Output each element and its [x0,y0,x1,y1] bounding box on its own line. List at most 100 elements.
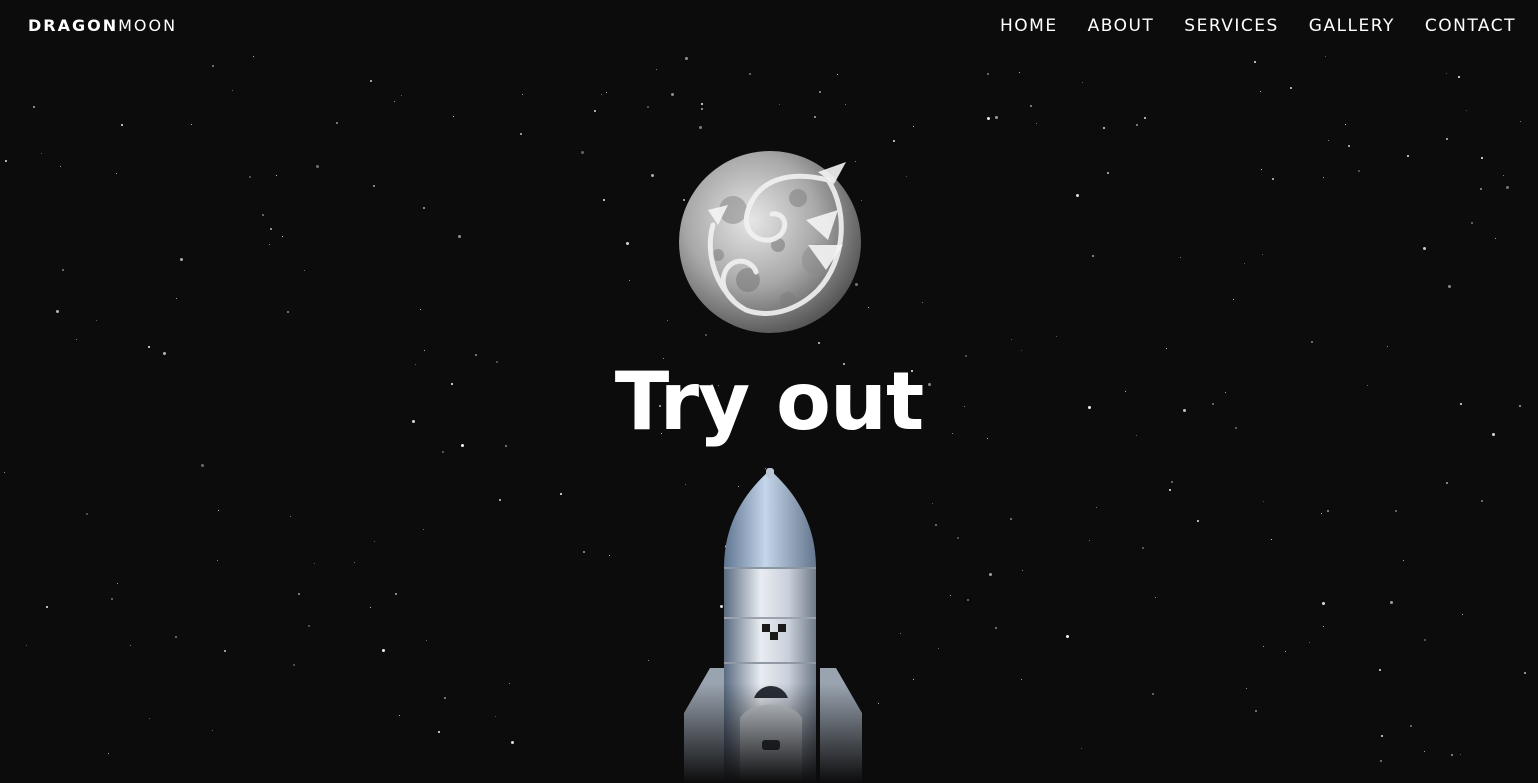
star [108,753,109,754]
brand-logo[interactable]: DRAGONMOON [28,15,177,37]
star [316,165,319,168]
star [509,683,510,684]
star [1144,117,1146,119]
star [837,74,838,75]
star [1387,346,1388,347]
star [957,537,959,539]
navbar: DRAGONMOON HOME ABOUT SERVICES GALLERY C… [0,0,1538,52]
star [287,311,289,313]
star [900,633,901,634]
star [180,258,183,261]
star [495,716,496,717]
nav-link-home[interactable]: HOME [1000,14,1058,38]
star [522,94,523,95]
star [1322,602,1325,605]
star [1311,341,1313,343]
star [1471,222,1473,224]
star [511,741,514,744]
star [913,126,914,127]
star [426,640,427,641]
star [1244,263,1245,264]
star [60,166,61,167]
star [453,116,454,117]
star [1261,169,1262,170]
star [212,65,214,67]
star [442,451,444,453]
star [667,320,668,321]
star [1403,560,1404,561]
star [224,650,226,652]
star [1290,87,1292,89]
star [1233,299,1234,300]
star [1166,348,1167,349]
star [1503,175,1504,176]
dragon-moon-icon [678,150,862,334]
star [116,173,117,174]
star [76,339,77,340]
nav-link-services[interactable]: SERVICES [1184,14,1278,38]
star [41,153,42,154]
star [1407,155,1409,157]
star [1285,651,1286,652]
star [46,606,48,608]
star [701,103,703,105]
star [394,101,395,102]
star [1506,186,1509,189]
star [648,660,649,661]
star [626,242,629,245]
star [499,499,501,501]
star [1481,500,1483,502]
star [1096,507,1097,508]
star [995,116,998,119]
star [423,529,424,530]
star [130,645,131,646]
star [373,185,375,187]
star [1395,510,1397,512]
star [1348,145,1350,147]
star [1424,751,1425,752]
nav-link-about[interactable]: ABOUT [1088,14,1155,38]
star [656,69,657,70]
star [1089,540,1090,541]
star [423,207,425,209]
star [33,106,35,108]
star [1448,285,1451,288]
star [701,108,703,110]
star [298,593,300,595]
star [1197,520,1199,522]
star [121,124,123,126]
star [1169,489,1171,491]
star [1255,710,1257,712]
star [458,235,461,238]
star [86,513,88,515]
star [1423,247,1426,250]
star [1136,124,1138,126]
star [932,503,933,504]
nav-link-contact[interactable]: CONTACT [1425,14,1516,38]
star [967,599,969,601]
star [148,346,150,348]
star [1410,725,1412,727]
rocket-icon [670,468,876,783]
star [1056,336,1057,337]
nav-link-gallery[interactable]: GALLERY [1309,14,1395,38]
star [1030,105,1032,107]
star [749,73,751,75]
star [232,90,233,91]
star [1081,748,1082,749]
star [276,175,277,176]
star [995,627,997,629]
star [1171,481,1173,483]
star [374,541,375,542]
star [1263,646,1264,647]
star [906,176,907,177]
star [1327,510,1329,512]
star [1379,669,1381,671]
star [96,320,97,321]
star [293,664,295,666]
star [1325,56,1326,57]
star [1520,121,1521,122]
star [1142,547,1144,549]
star [262,214,264,216]
star [56,310,59,313]
